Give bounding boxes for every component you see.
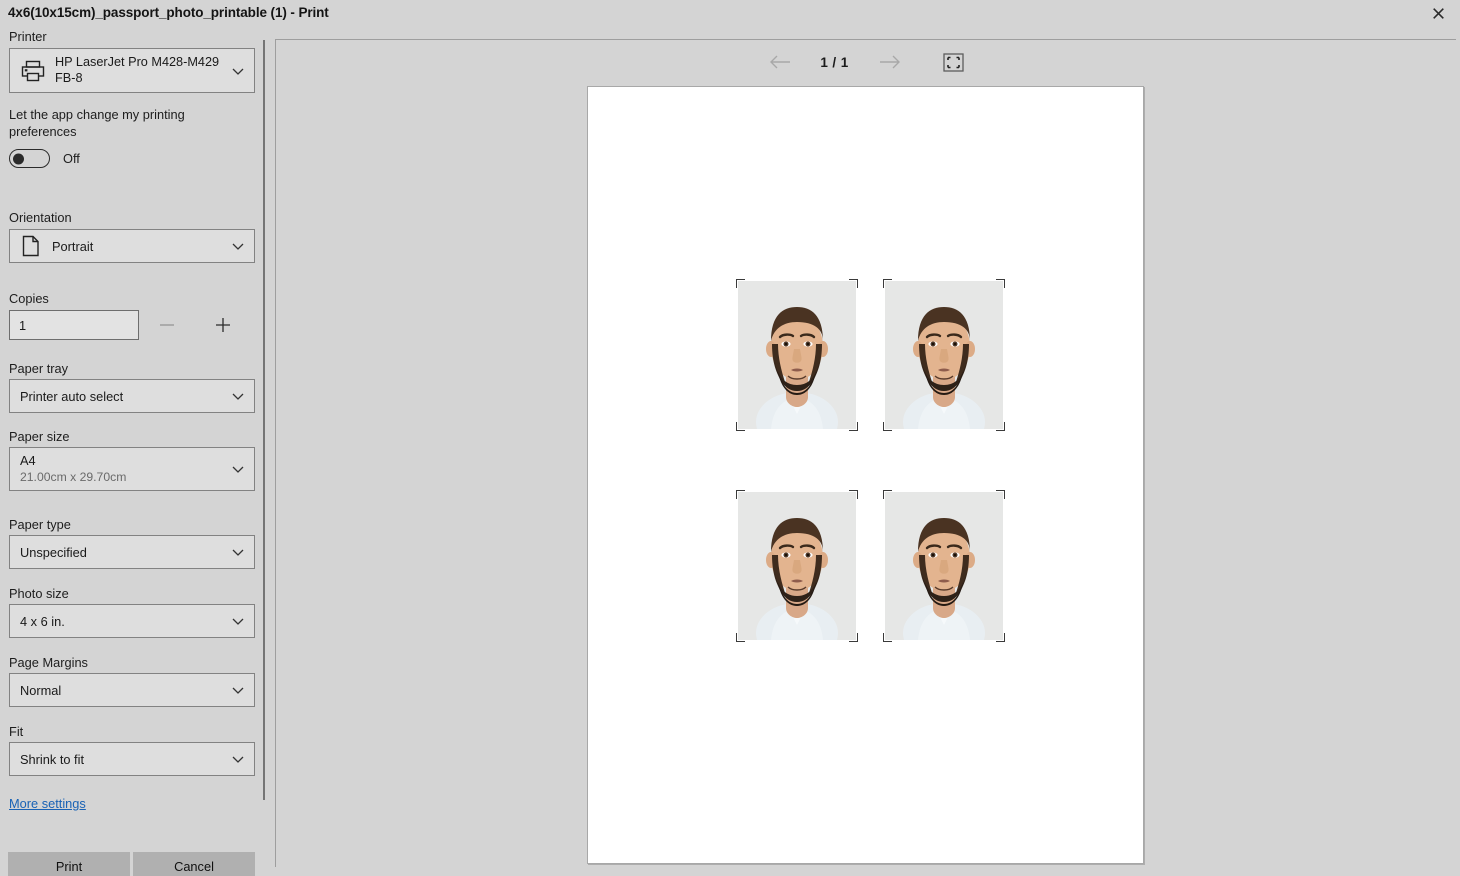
printer-value-line1: HP LaserJet Pro M428-M429 (55, 55, 220, 69)
copies-input[interactable] (9, 310, 139, 340)
crop-mark (736, 279, 745, 288)
crop-mark (883, 422, 892, 431)
paper-size-label: Paper size (9, 429, 70, 444)
fit-to-page-button[interactable] (932, 46, 976, 78)
paper-type-label: Paper type (9, 517, 71, 532)
more-settings-link[interactable]: More settings (9, 796, 86, 811)
page-indicator: 1 / 1 (820, 54, 849, 70)
window-title: 4x6(10x15cm)_passport_photo_printable (1… (8, 5, 329, 20)
app-preferences-label: Let the app change my printing preferenc… (9, 107, 185, 139)
photo-size-value: 4 x 6 in. (20, 613, 65, 629)
crop-mark (996, 422, 1005, 431)
photo-size-label: Photo size (9, 586, 69, 601)
fit-label: Fit (9, 724, 24, 739)
print-dialog: 4x6(10x15cm)_passport_photo_printable (1… (0, 0, 1460, 876)
crop-mark (849, 490, 858, 499)
close-icon[interactable] (1416, 0, 1460, 26)
passport-photo (736, 279, 858, 431)
crop-mark (883, 633, 892, 642)
paper-tray-label: Paper tray (9, 361, 69, 376)
preview-toolbar: 1 / 1 (276, 40, 1457, 84)
orientation-value: Portrait (52, 238, 94, 254)
cancel-button[interactable]: Cancel (133, 852, 255, 876)
crop-mark (996, 279, 1005, 288)
chevron-down-icon (231, 64, 245, 78)
chevron-down-icon (231, 239, 245, 253)
settings-scroll-area: Printer HP LaserJet Pro M428-M429 FB-8 L… (0, 28, 264, 818)
paper-size-dropdown[interactable]: A4 21.00cm x 29.70cm (9, 447, 255, 491)
fit-value: Shrink to fit (20, 751, 85, 767)
printer-dropdown[interactable]: HP LaserJet Pro M428-M429 FB-8 (9, 48, 255, 93)
page-margins-dropdown[interactable]: Normal (9, 673, 255, 707)
toggle-knob (13, 153, 24, 164)
next-page-button[interactable] (868, 46, 912, 78)
paper-tray-dropdown[interactable]: Printer auto select (9, 379, 255, 413)
crop-mark (736, 633, 745, 642)
chevron-down-icon (231, 752, 245, 766)
chevron-down-icon (231, 545, 245, 559)
crop-mark (996, 633, 1005, 642)
toggle-state-label: Off (63, 151, 80, 166)
printer-value-line2: FB-8 (55, 70, 83, 85)
app-preferences-toggle[interactable] (9, 149, 50, 168)
page-margins-label: Page Margins (9, 655, 88, 670)
copies-row (9, 310, 251, 340)
passport-photo (883, 279, 1005, 431)
passport-photo (736, 490, 858, 642)
page-portrait-icon (21, 235, 41, 257)
orientation-label: Orientation (9, 210, 72, 225)
crop-mark (996, 490, 1005, 499)
settings-pane: Printer HP LaserJet Pro M428-M429 FB-8 L… (0, 28, 264, 876)
passport-photo (883, 490, 1005, 642)
previous-page-button[interactable] (758, 46, 802, 78)
chevron-down-icon (231, 683, 245, 697)
orientation-dropdown[interactable]: Portrait (9, 229, 255, 263)
printer-value: HP LaserJet Pro M428-M429 FB-8 (55, 55, 219, 86)
paper-tray-value: Printer auto select (20, 388, 124, 404)
crop-mark (849, 633, 858, 642)
crop-mark (849, 422, 858, 431)
preview-tools: 1 / 1 (758, 46, 976, 78)
paper-type-dropdown[interactable]: Unspecified (9, 535, 255, 569)
paper-size-value: A4 (20, 453, 36, 468)
photo-size-dropdown[interactable]: 4 x 6 in. (9, 604, 255, 638)
app-preferences-toggle-row: Off (9, 149, 80, 168)
chevron-down-icon (231, 462, 245, 476)
print-button[interactable]: Print (8, 852, 130, 876)
paper-size-dimensions: 21.00cm x 29.70cm (20, 470, 127, 484)
crop-mark (849, 279, 858, 288)
title-bar: 4x6(10x15cm)_passport_photo_printable (1… (0, 0, 1460, 28)
settings-scrollbar-thumb[interactable] (263, 40, 265, 800)
copies-label: Copies (9, 291, 49, 306)
paper-type-value: Unspecified (20, 544, 87, 560)
chevron-down-icon (231, 614, 245, 628)
crop-mark (883, 279, 892, 288)
dialog-actions: Print Cancel (0, 840, 264, 876)
copies-increase-button[interactable] (195, 310, 251, 340)
fit-dropdown[interactable]: Shrink to fit (9, 742, 255, 776)
page-preview-sheet (587, 86, 1144, 864)
crop-mark (736, 490, 745, 499)
printer-icon (20, 59, 46, 83)
passport-photo-grid (736, 279, 1005, 642)
crop-mark (736, 422, 745, 431)
preview-pane: 1 / 1 (275, 39, 1456, 867)
copies-decrease-button[interactable] (139, 310, 195, 340)
crop-mark (883, 490, 892, 499)
page-margins-value: Normal (20, 682, 62, 698)
printer-label: Printer (9, 29, 47, 44)
chevron-down-icon (231, 389, 245, 403)
